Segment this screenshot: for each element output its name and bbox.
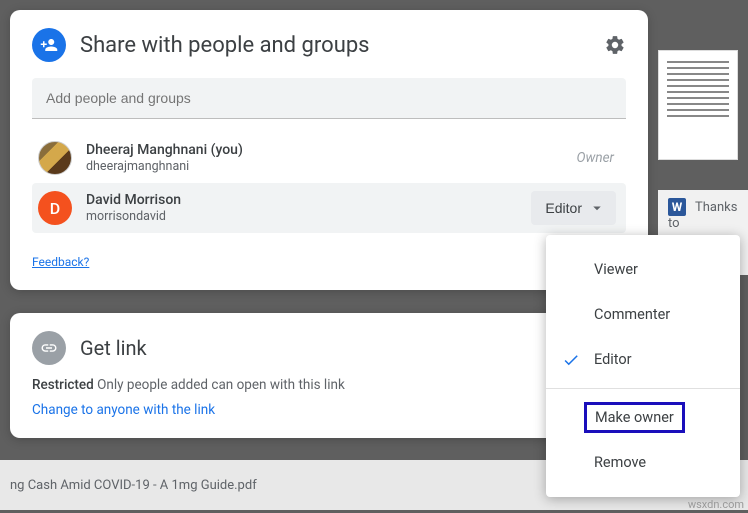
word-file-icon: W: [668, 198, 686, 216]
person-row-owner: Dheeraj Manghnani (you) dheerajmanghnani…: [32, 133, 626, 183]
role-dropdown-menu: Viewer Commenter Editor Make owner Remov…: [546, 235, 740, 497]
role-dropdown-label: Editor: [545, 200, 582, 216]
link-icon: [32, 331, 66, 365]
gear-icon[interactable]: [604, 34, 626, 56]
menu-item-viewer[interactable]: Viewer: [546, 247, 740, 292]
avatar: D: [38, 191, 72, 225]
person-name: Dheeraj Manghnani (you): [86, 142, 577, 158]
get-link-title: Get link: [80, 336, 147, 360]
restricted-line: Restricted Only people added can open wi…: [32, 377, 626, 393]
role-dropdown-button[interactable]: Editor: [531, 191, 616, 225]
menu-item-make-owner[interactable]: Make owner: [546, 395, 740, 440]
menu-item-remove[interactable]: Remove: [546, 440, 740, 485]
share-title: Share with people and groups: [80, 33, 604, 58]
menu-item-commenter[interactable]: Commenter: [546, 292, 740, 337]
person-row-editor: D David Morrison morrisondavid Editor: [32, 183, 626, 233]
check-icon: [562, 351, 580, 373]
role-owner-label: Owner: [577, 150, 614, 166]
watermark: wsxdn.com: [688, 498, 744, 511]
background-doc-preview: [658, 50, 738, 160]
avatar: [38, 141, 72, 175]
person-email: morrisondavid: [86, 209, 531, 224]
person-email: dheerajmanghnani: [86, 159, 577, 174]
person-add-icon: [32, 28, 66, 62]
feedback-link[interactable]: Feedback?: [32, 255, 89, 269]
menu-item-editor[interactable]: Editor: [546, 337, 740, 382]
person-name: David Morrison: [86, 192, 531, 208]
add-people-input[interactable]: [32, 78, 626, 119]
change-link-access[interactable]: Change to anyone with the link: [32, 402, 215, 418]
chevron-down-icon: [588, 199, 606, 217]
menu-divider: [546, 388, 740, 389]
